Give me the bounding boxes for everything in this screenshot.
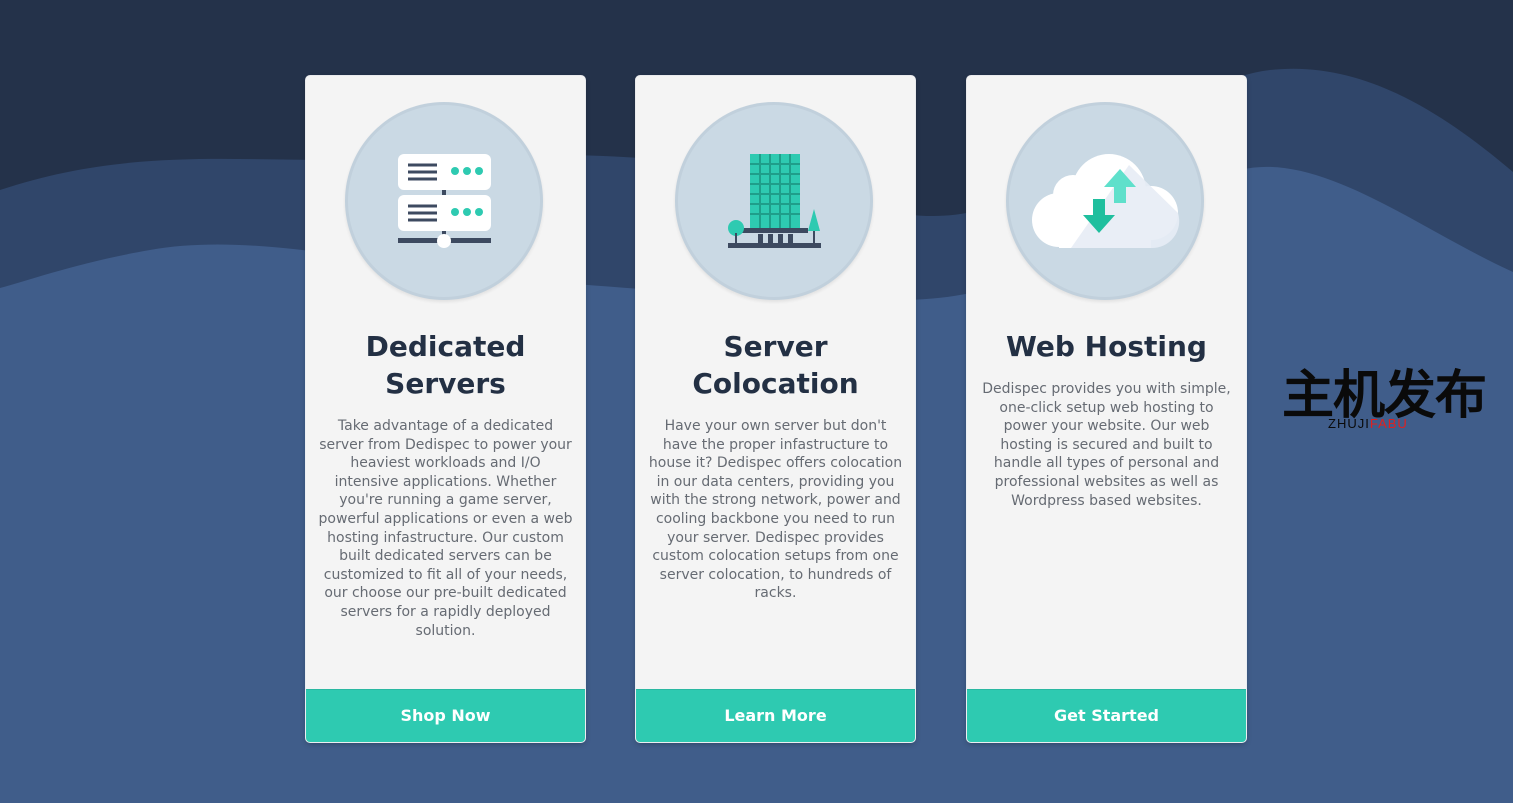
card-description: Take advantage of a dedicated server fro… [318, 418, 573, 639]
cloud-upload-download-icon [1032, 154, 1180, 249]
card-title: Dedicated Servers [316, 328, 575, 402]
card-title-line: Server [723, 330, 828, 363]
card-title-line: Colocation [692, 367, 859, 400]
get-started-button[interactable]: Get Started [967, 689, 1246, 742]
server-rack-icon [398, 154, 491, 248]
watermark-sub-a: ZHUJI [1328, 416, 1370, 431]
card-title-line: Servers [385, 367, 506, 400]
icon-circle [1009, 105, 1201, 297]
card-description: Have your own server but don't have the … [648, 418, 903, 602]
card-title: Server Colocation [646, 328, 905, 402]
shop-now-button[interactable]: Shop Now [306, 689, 585, 742]
learn-more-button[interactable]: Learn More [636, 689, 915, 742]
card-title-line: Dedicated [365, 330, 526, 363]
icon-circle [348, 105, 540, 297]
card-dedicated-servers: Dedicated Servers Take advantage of a de… [306, 76, 585, 742]
watermark-sub-b: FABU [1369, 416, 1408, 431]
watermark-logo: 主机发布 ZHUJIFABU [1282, 366, 1487, 436]
watermark-subtext: ZHUJIFABU [1328, 417, 1408, 431]
card-title-line: Web Hosting [1006, 330, 1207, 363]
card-description: Dedispec provides you with simple, one-c… [982, 381, 1231, 509]
card-web-hosting: Web Hosting Dedispec provides you with s… [967, 76, 1246, 742]
datacenter-building-icon [728, 154, 821, 248]
card-server-colocation: Server Colocation Have your own server b… [636, 76, 915, 742]
icon-circle [678, 105, 870, 297]
card-title: Web Hosting [977, 328, 1236, 365]
